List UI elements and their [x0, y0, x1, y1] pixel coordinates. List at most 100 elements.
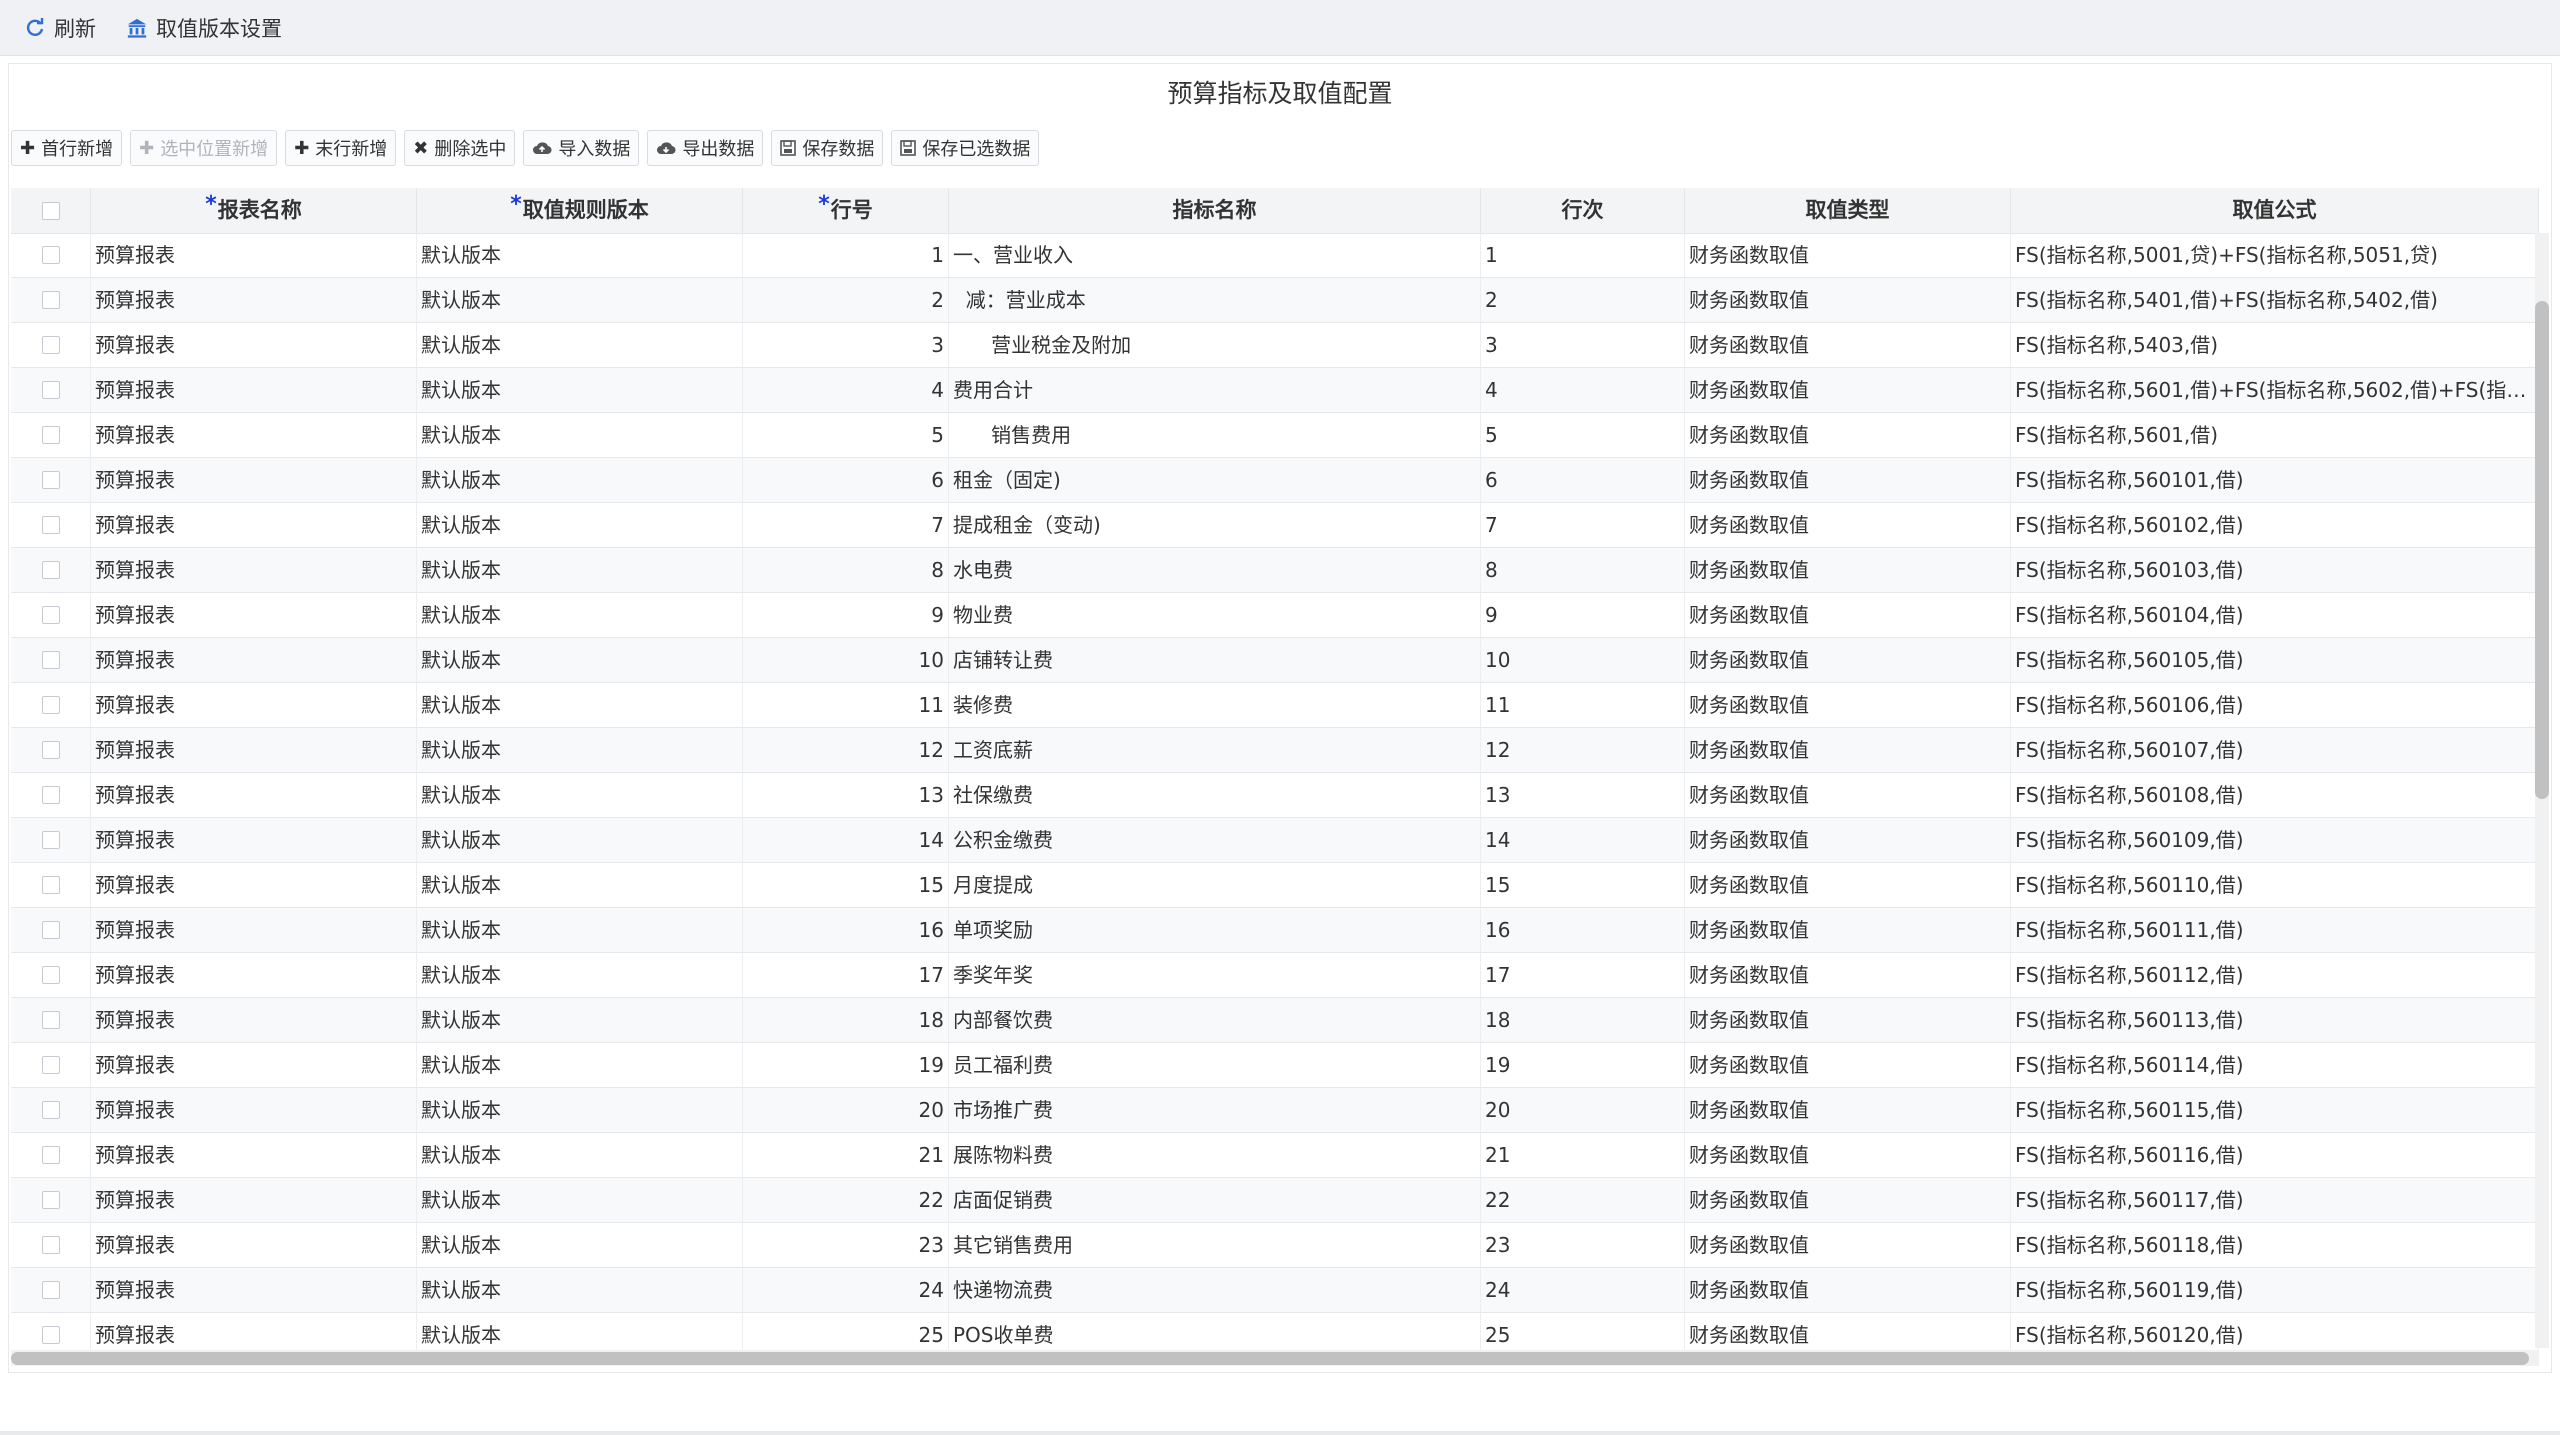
cell-line-no[interactable]: 12: [743, 728, 949, 772]
version-setting-button[interactable]: 取值版本设置: [116, 8, 292, 48]
cell-value-type[interactable]: 财务函数取值: [1685, 593, 2011, 637]
cell-indicator-name[interactable]: 减：营业成本: [949, 278, 1481, 322]
cell-line-no[interactable]: 23: [743, 1223, 949, 1267]
table-row[interactable]: 预算报表 默认版本 14 公积金缴费 14 财务函数取值 FS(指标名称,560109,借): [11, 818, 2539, 863]
cell-value-type[interactable]: 财务函数取值: [1685, 503, 2011, 547]
cell-report-name[interactable]: 预算报表: [91, 908, 417, 952]
table-row[interactable]: 预算报表 默认版本 1 一、营业收入 1 财务函数取值 FS(指标名称,5001,贷)+FS…: [11, 233, 2539, 278]
cell-formula[interactable]: FS(指标名称,560116,借): [2011, 1133, 2539, 1177]
cell-report-name[interactable]: 预算报表: [91, 458, 417, 502]
cell-formula[interactable]: FS(指标名称,560115,借): [2011, 1088, 2539, 1132]
vertical-scrollbar-thumb[interactable]: [2535, 301, 2549, 799]
cell-report-name[interactable]: 预算报表: [91, 998, 417, 1042]
cell-value-type[interactable]: 财务函数取值: [1685, 998, 2011, 1042]
cell-indicator-name[interactable]: 一、营业收入: [949, 233, 1481, 277]
cell-formula[interactable]: FS(指标名称,560112,借): [2011, 953, 2539, 997]
table-row[interactable]: 预算报表 默认版本 22 店面促销费 22 财务函数取值 FS(指标名称,560117,借): [11, 1178, 2539, 1223]
cell-indicator-name[interactable]: 其它销售费用: [949, 1223, 1481, 1267]
first-row-add-button[interactable]: ✚ 首行新增: [11, 130, 123, 166]
cell-seq[interactable]: 8: [1481, 548, 1685, 592]
cell-formula[interactable]: FS(指标名称,5401,借)+FS(指标名称,5402,借): [2011, 278, 2539, 322]
table-row[interactable]: 预算报表 默认版本 17 季奖年奖 17 财务函数取值 FS(指标名称,560112,借): [11, 953, 2539, 998]
header-indicator-name[interactable]: 指标名称: [949, 188, 1481, 233]
cell-line-no[interactable]: 17: [743, 953, 949, 997]
cell-rule-version[interactable]: 默认版本: [417, 593, 743, 637]
cell-line-no[interactable]: 9: [743, 593, 949, 637]
cell-line-no[interactable]: 19: [743, 1043, 949, 1087]
row-checkbox[interactable]: [41, 966, 60, 984]
row-checkbox[interactable]: [41, 561, 60, 579]
cell-value-type[interactable]: 财务函数取值: [1685, 773, 2011, 817]
cell-rule-version[interactable]: 默认版本: [417, 1313, 743, 1352]
cell-indicator-name[interactable]: 市场推广费: [949, 1088, 1481, 1132]
row-checkbox[interactable]: [41, 516, 60, 534]
cell-report-name[interactable]: 预算报表: [91, 683, 417, 727]
row-checkbox[interactable]: [41, 1056, 60, 1074]
cell-value-type[interactable]: 财务函数取值: [1685, 683, 2011, 727]
cell-report-name[interactable]: 预算报表: [91, 1178, 417, 1222]
table-row[interactable]: 预算报表 默认版本 8 水电费 8 财务函数取值 FS(指标名称,560103,借): [11, 548, 2539, 593]
table-row[interactable]: 预算报表 默认版本 2 减：营业成本 2 财务函数取值 FS(指标名称,5401,借)+F…: [11, 278, 2539, 323]
cell-line-no[interactable]: 21: [743, 1133, 949, 1177]
cell-formula[interactable]: FS(指标名称,5403,借): [2011, 323, 2539, 367]
cell-value-type[interactable]: 财务函数取值: [1685, 638, 2011, 682]
cell-report-name[interactable]: 预算报表: [91, 953, 417, 997]
save-data-button[interactable]: 保存数据: [771, 130, 884, 166]
cell-seq[interactable]: 11: [1481, 683, 1685, 727]
cell-seq[interactable]: 21: [1481, 1133, 1685, 1177]
cell-seq[interactable]: 23: [1481, 1223, 1685, 1267]
cell-line-no[interactable]: 16: [743, 908, 949, 952]
cell-rule-version[interactable]: 默认版本: [417, 1043, 743, 1087]
last-row-add-button[interactable]: ✚ 末行新增: [285, 130, 397, 166]
cell-indicator-name[interactable]: 装修费: [949, 683, 1481, 727]
cell-line-no[interactable]: 25: [743, 1313, 949, 1352]
cell-seq[interactable]: 24: [1481, 1268, 1685, 1312]
cell-line-no[interactable]: 15: [743, 863, 949, 907]
table-row[interactable]: 预算报表 默认版本 12 工资底薪 12 财务函数取值 FS(指标名称,560107,借): [11, 728, 2539, 773]
cell-rule-version[interactable]: 默认版本: [417, 863, 743, 907]
cell-value-type[interactable]: 财务函数取值: [1685, 953, 2011, 997]
row-checkbox[interactable]: [41, 741, 60, 759]
table-row[interactable]: 预算报表 默认版本 20 市场推广费 20 财务函数取值 FS(指标名称,560115,借): [11, 1088, 2539, 1133]
row-checkbox[interactable]: [41, 606, 60, 624]
row-checkbox[interactable]: [41, 246, 60, 264]
row-checkbox[interactable]: [41, 1101, 60, 1119]
header-line-no[interactable]: *行号: [743, 188, 949, 233]
table-row[interactable]: 预算报表 默认版本 11 装修费 11 财务函数取值 FS(指标名称,560106,借): [11, 683, 2539, 728]
cell-value-type[interactable]: 财务函数取值: [1685, 818, 2011, 862]
cell-value-type[interactable]: 财务函数取值: [1685, 908, 2011, 952]
cell-indicator-name[interactable]: 营业税金及附加: [949, 323, 1481, 367]
cell-report-name[interactable]: 预算报表: [91, 368, 417, 412]
cell-value-type[interactable]: 财务函数取值: [1685, 1313, 2011, 1352]
cell-rule-version[interactable]: 默认版本: [417, 458, 743, 502]
cell-formula[interactable]: FS(指标名称,560117,借): [2011, 1178, 2539, 1222]
cell-rule-version[interactable]: 默认版本: [417, 728, 743, 772]
row-checkbox[interactable]: [41, 876, 60, 894]
cell-report-name[interactable]: 预算报表: [91, 548, 417, 592]
cell-rule-version[interactable]: 默认版本: [417, 233, 743, 277]
table-row[interactable]: 预算报表 默认版本 15 月度提成 15 财务函数取值 FS(指标名称,560110,借): [11, 863, 2539, 908]
cell-report-name[interactable]: 预算报表: [91, 278, 417, 322]
cell-report-name[interactable]: 预算报表: [91, 1313, 417, 1352]
cell-value-type[interactable]: 财务函数取值: [1685, 368, 2011, 412]
cell-formula[interactable]: FS(指标名称,560113,借): [2011, 998, 2539, 1042]
row-checkbox[interactable]: [41, 921, 60, 939]
row-checkbox[interactable]: [41, 651, 60, 669]
row-checkbox[interactable]: [41, 1236, 60, 1254]
cell-formula[interactable]: FS(指标名称,560104,借): [2011, 593, 2539, 637]
cell-report-name[interactable]: 预算报表: [91, 413, 417, 457]
cell-line-no[interactable]: 8: [743, 548, 949, 592]
cell-line-no[interactable]: 10: [743, 638, 949, 682]
cell-line-no[interactable]: 22: [743, 1178, 949, 1222]
cell-seq[interactable]: 17: [1481, 953, 1685, 997]
cell-seq[interactable]: 2: [1481, 278, 1685, 322]
table-row[interactable]: 预算报表 默认版本 4 费用合计 4 财务函数取值 FS(指标名称,5601,借)+FS(指…: [11, 368, 2539, 413]
cell-seq[interactable]: 9: [1481, 593, 1685, 637]
cell-value-type[interactable]: 财务函数取值: [1685, 1043, 2011, 1087]
cell-rule-version[interactable]: 默认版本: [417, 368, 743, 412]
cell-rule-version[interactable]: 默认版本: [417, 818, 743, 862]
cell-rule-version[interactable]: 默认版本: [417, 953, 743, 997]
table-row[interactable]: 预算报表 默认版本 9 物业费 9 财务函数取值 FS(指标名称,560104,借): [11, 593, 2539, 638]
cell-seq[interactable]: 7: [1481, 503, 1685, 547]
cell-line-no[interactable]: 14: [743, 818, 949, 862]
